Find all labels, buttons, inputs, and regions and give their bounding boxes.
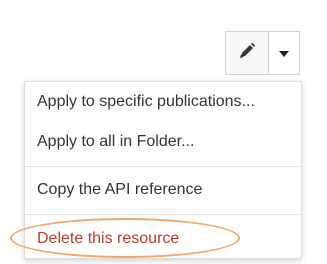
actions-button-group xyxy=(225,31,300,75)
pencil-icon xyxy=(237,41,257,66)
screen: Apply to specific publications... Apply … xyxy=(0,0,327,264)
menu-divider xyxy=(25,214,301,215)
caret-down-icon xyxy=(279,44,289,62)
edit-button[interactable] xyxy=(225,31,269,75)
menu-item-apply-all-folder[interactable]: Apply to all in Folder... xyxy=(37,132,194,152)
menu-divider xyxy=(25,166,301,167)
menu-item-apply-specific[interactable]: Apply to specific publications... xyxy=(37,92,255,112)
menu-item-copy-api-reference[interactable]: Copy the API reference xyxy=(37,180,202,200)
dropdown-menu: Apply to specific publications... Apply … xyxy=(24,81,302,259)
menu-item-delete-resource[interactable]: Delete this resource xyxy=(37,229,179,249)
dropdown-toggle-button[interactable] xyxy=(269,31,300,75)
